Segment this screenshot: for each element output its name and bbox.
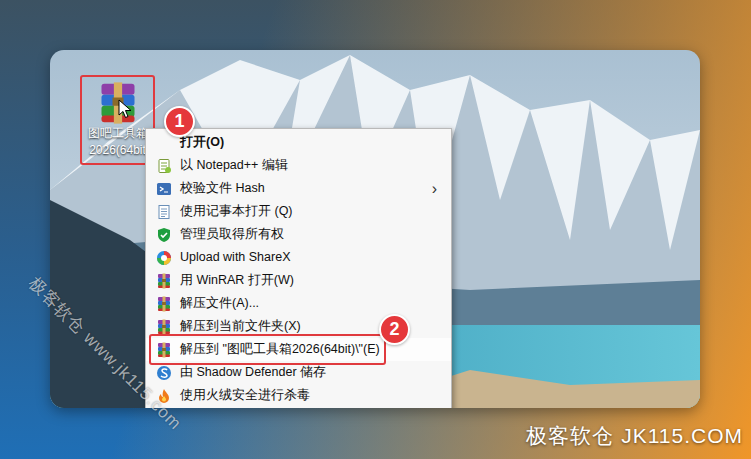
step-badge: 2 [379, 314, 410, 345]
menu-item[interactable]: 使用火绒安全进行杀毒 [146, 384, 451, 407]
hash-icon [156, 181, 172, 197]
shadow-icon [156, 365, 172, 381]
menu-item[interactable]: 用 WinRAR 打开(W) [146, 269, 451, 292]
step-badge: 1 [164, 106, 195, 137]
winrar-archive-icon [96, 81, 140, 125]
menu-item-label: 使用记事本打开 (Q) [180, 202, 437, 221]
desktop-wallpaper: 图吧工具箱2026(64bit打开(O)以 Notepad++ 编辑校验文件 H… [50, 50, 700, 408]
menu-item[interactable]: 打开(O) [146, 131, 451, 154]
menu-item[interactable]: 以 Notepad++ 编辑 [146, 154, 451, 177]
menu-item[interactable]: 解压文件(A)... [146, 292, 451, 315]
menu-item-label: 解压文件(A)... [180, 294, 437, 313]
desktop-file-icon[interactable]: 图吧工具箱2026(64bit [80, 75, 155, 165]
notepad-icon [156, 204, 172, 220]
menu-item[interactable]: 由 Shadow Defender 储存 [146, 361, 451, 384]
menu-item-label: 由 Shadow Defender 储存 [180, 363, 437, 382]
menu-item[interactable]: 使用记事本打开 (Q) [146, 200, 451, 223]
notepadpp-icon [156, 158, 172, 174]
mouse-cursor-icon [118, 99, 132, 119]
menu-item-label: 以 Notepad++ 编辑 [180, 156, 437, 175]
highlight-box [149, 334, 386, 365]
winrar-icon [156, 273, 172, 289]
winrar-icon [156, 296, 172, 312]
menu-item-label: 使用火绒安全进行杀毒 [180, 386, 437, 405]
shield-icon [156, 227, 172, 243]
menu-item-label: 用 WinRAR 打开(W) [180, 271, 437, 290]
menu-item[interactable]: 解压到 "图吧工具箱2026(64bit)\"(E) [146, 338, 451, 361]
blank-icon [156, 135, 172, 151]
menu-item[interactable]: Upload with ShareX [146, 246, 451, 269]
menu-item-label: 校验文件 Hash [180, 179, 432, 198]
context-menu: 打开(O)以 Notepad++ 编辑校验文件 Hash›使用记事本打开 (Q)… [145, 128, 452, 408]
archive-holder [96, 81, 140, 125]
sharex-icon [156, 250, 172, 266]
winrar-icon [156, 342, 172, 358]
file-label: 图吧工具箱 [88, 125, 148, 142]
menu-item[interactable]: 管理员取得所有权 [146, 223, 451, 246]
menu-item-label: 打开(O) [180, 133, 437, 152]
menu-item-label: 管理员取得所有权 [180, 225, 437, 244]
file-label: 2026(64bit [89, 142, 146, 159]
winrar-icon [156, 319, 172, 335]
submenu-arrow: › [432, 181, 437, 197]
watermark: 极客软仓 JK115.COM [526, 420, 743, 452]
menu-item[interactable]: 校验文件 Hash› [146, 177, 451, 200]
menu-item-label: Upload with ShareX [180, 248, 437, 267]
